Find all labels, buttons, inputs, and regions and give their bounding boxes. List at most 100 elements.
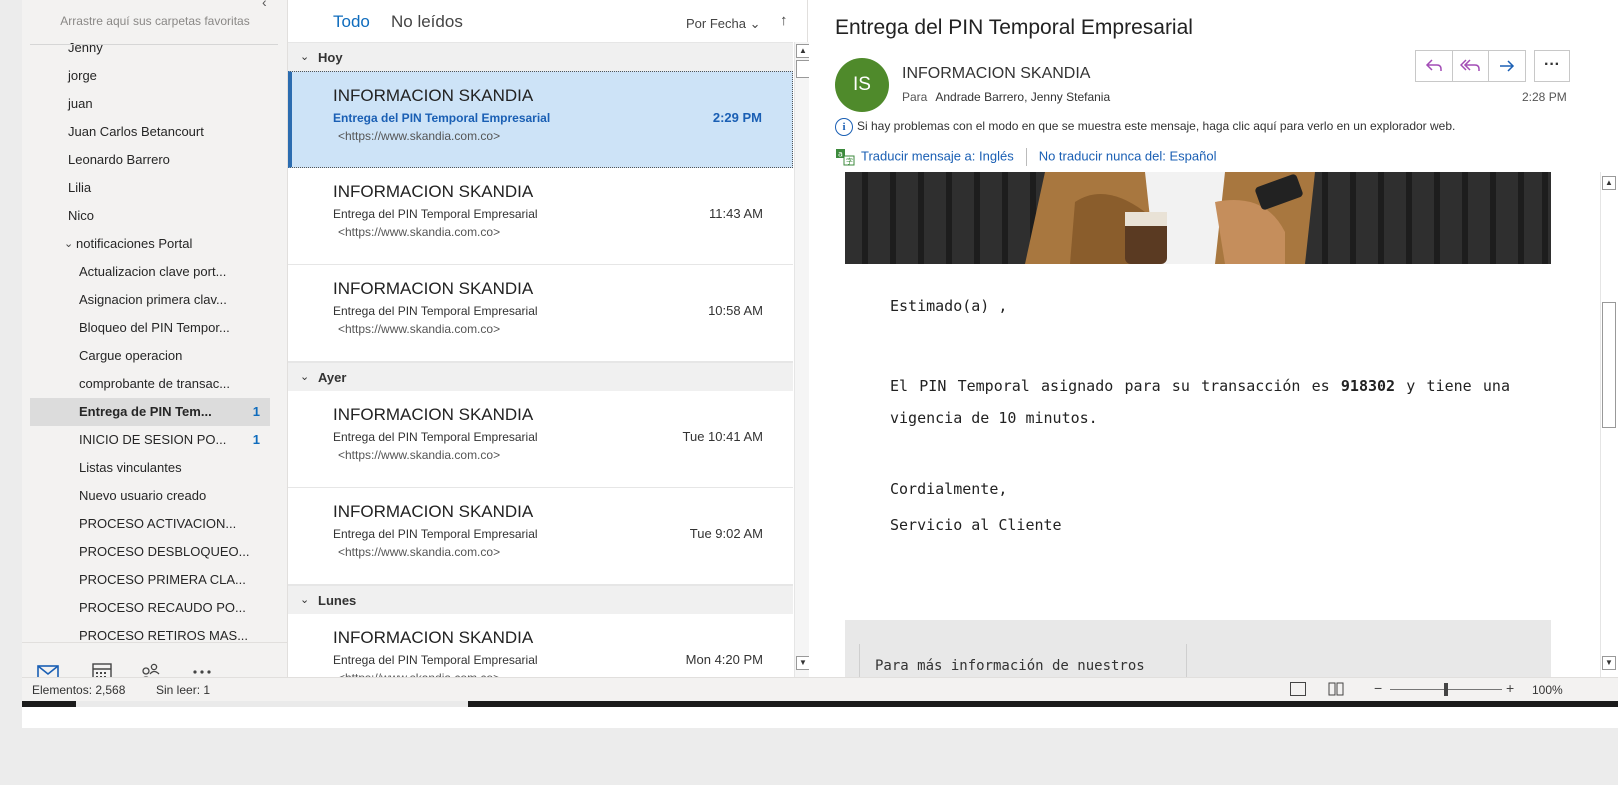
status-bar: Elementos: 2,568 Sin leer: 1 − + 100% xyxy=(22,677,1618,701)
folder-item[interactable]: Lilia xyxy=(30,174,270,202)
info-bar[interactable]: i Si hay problemas con el modo en que se … xyxy=(835,118,1455,136)
folder-item[interactable]: PROCESO PRIMERA CLA... xyxy=(30,566,270,594)
avatar[interactable]: IS xyxy=(835,58,889,112)
chevron-left-icon[interactable]: ‹ xyxy=(262,0,267,10)
scroll-up-icon[interactable]: ▲ xyxy=(1602,176,1616,190)
normal-view-icon[interactable] xyxy=(1290,682,1306,696)
sender-name[interactable]: INFORMACION SKANDIA xyxy=(902,65,1090,83)
banner-image xyxy=(845,172,1551,264)
message-item[interactable]: INFORMACION SKANDIA Entrega del PIN Tempo… xyxy=(288,71,793,168)
folder-item[interactable]: jorge xyxy=(30,62,270,90)
message-subject: Entrega del PIN Temporal Empresarial xyxy=(333,527,538,541)
zoom-thumb[interactable] xyxy=(1444,683,1448,696)
folder-item[interactable]: Actualizacion clave port... xyxy=(30,258,270,286)
banner-photo xyxy=(845,172,1551,264)
folder-label: Jenny xyxy=(68,40,103,55)
folder-item[interactable]: ⌄ notificaciones Portal xyxy=(30,230,270,258)
folder-item[interactable]: Listas vinculantes xyxy=(30,454,270,482)
translate-link[interactable]: Traducir mensaje a: Inglés xyxy=(861,148,1014,163)
zoom-out-button[interactable]: − xyxy=(1374,680,1382,696)
message-subject: Entrega del PIN Temporal Empresarial xyxy=(333,430,538,444)
folder-item[interactable]: Jenny xyxy=(30,34,270,62)
message-time: Tue 10:41 AM xyxy=(682,429,763,444)
folder-item[interactable]: INICIO DE SESION PO... 1 xyxy=(30,426,270,454)
never-translate-link[interactable]: No traducir nunca del: Español xyxy=(1039,148,1217,163)
folder-label: Cargue operacion xyxy=(79,348,183,363)
filter-bar: Todo No leídos Por Fecha ⌄ ↑ xyxy=(288,0,808,42)
folder-item[interactable]: PROCESO RETIROS MAS... xyxy=(30,622,270,642)
sort-dropdown[interactable]: Por Fecha ⌄ xyxy=(686,16,761,32)
chevron-down-icon[interactable]: ⌄ xyxy=(64,230,73,258)
item-count: Elementos: 2,568 xyxy=(32,683,126,697)
scroll-down-icon[interactable]: ▼ xyxy=(796,656,810,670)
message-subject: Entrega del PIN Temporal Empresarial xyxy=(835,16,1193,39)
folder-item[interactable]: PROCESO RECAUDO PO... xyxy=(30,594,270,622)
folder-item[interactable]: Nuevo usuario creado xyxy=(30,482,270,510)
translate-bar: a 字 Traducir mensaje a: Inglés No traduci… xyxy=(835,148,1216,166)
received-time: 2:28 PM xyxy=(1522,90,1567,104)
date-group-header[interactable]: ⌄ Ayer xyxy=(288,362,793,391)
tab-unread[interactable]: No leídos xyxy=(391,12,463,32)
arrow-up-icon[interactable]: ↑ xyxy=(780,12,788,29)
pin-code: 918302 xyxy=(1340,377,1396,395)
more-actions-icon[interactable]: ··· xyxy=(1534,50,1570,82)
message-preview: <https://www.skandia.com.co> xyxy=(338,225,501,239)
folder-label: Nuevo usuario creado xyxy=(79,488,207,503)
reading-view-icon[interactable] xyxy=(1328,682,1344,696)
folder-item[interactable]: Juan Carlos Betancourt xyxy=(30,118,270,146)
folder-label: INICIO DE SESION PO... xyxy=(79,432,227,447)
folder-item[interactable]: Nico xyxy=(30,202,270,230)
pin-text-before: El PIN Temporal asignado para su transac… xyxy=(890,377,1341,395)
folder-item[interactable]: Leonardo Barrero xyxy=(30,146,270,174)
date-group-header[interactable]: ⌄ Hoy xyxy=(288,42,793,71)
folder-item[interactable]: comprobante de transac... xyxy=(30,370,270,398)
folder-list: Jenny jorge juan Juan Carlos Betancourt Leon… xyxy=(22,34,287,642)
scroll-up-icon[interactable]: ▲ xyxy=(796,44,810,58)
folder-label: Leonardo Barrero xyxy=(68,152,170,167)
scroll-thumb[interactable] xyxy=(796,60,810,78)
folder-item[interactable]: Asignacion primera clav... xyxy=(30,286,270,314)
folder-item[interactable]: Entrega de PIN Tem... 1 xyxy=(30,398,270,426)
reply-all-icon xyxy=(1459,59,1480,71)
list-scrollbar[interactable]: ▲ ▼ xyxy=(794,42,810,682)
greeting: Estimado(a) , xyxy=(890,297,1008,315)
message-item[interactable]: INFORMACION SKANDIA Entrega del PIN Tempo… xyxy=(288,168,793,265)
reading-scrollbar[interactable]: ▲ ▼ xyxy=(1600,172,1618,678)
folder-item[interactable]: juan xyxy=(30,90,270,118)
message-sender: INFORMACION SKANDIA xyxy=(333,405,534,424)
folder-label: Juan Carlos Betancourt xyxy=(68,124,204,139)
recipient-name[interactable]: Andrade Barrero, Jenny Stefania xyxy=(935,90,1110,104)
folder-label: Entrega de PIN Tem... xyxy=(79,404,212,419)
scroll-down-icon[interactable]: ▼ xyxy=(1602,656,1616,670)
message-item[interactable]: INFORMACION SKANDIA Entrega del PIN Tempo… xyxy=(288,391,793,488)
translate-icon: a 字 xyxy=(836,149,855,166)
chevron-down-icon: ⌄ xyxy=(749,16,761,31)
folder-label: jorge xyxy=(68,68,97,83)
window-bottom-edge xyxy=(22,701,1618,707)
message-time: 10:58 AM xyxy=(708,303,763,318)
reply-button[interactable] xyxy=(1416,51,1453,81)
message-list-pane: Todo No leídos Por Fecha ⌄ ↑ ⌄ Hoy INFORMA… xyxy=(288,0,810,698)
message-item[interactable]: INFORMACION SKANDIA Entrega del PIN Tempo… xyxy=(288,488,793,585)
folder-label: Lilia xyxy=(68,180,92,195)
folder-item[interactable]: PROCESO ACTIVACION... xyxy=(30,510,270,538)
folder-label: Listas vinculantes xyxy=(79,460,182,475)
reply-actions xyxy=(1415,50,1526,82)
tab-all[interactable]: Todo xyxy=(333,12,370,32)
message-sender: INFORMACION SKANDIA xyxy=(333,628,534,647)
reply-all-button[interactable] xyxy=(1453,51,1490,81)
message-time: Tue 9:02 AM xyxy=(689,526,763,541)
forward-button[interactable] xyxy=(1489,51,1525,81)
message-item[interactable]: INFORMACION SKANDIA Entrega del PIN Tempo… xyxy=(288,265,793,362)
footer-text: Para más información de nuestros xyxy=(875,658,1145,674)
folder-item[interactable]: Cargue operacion xyxy=(30,342,270,370)
folder-label: Asignacion primera clav... xyxy=(79,292,227,307)
chevron-down-icon: ⌄ xyxy=(300,371,310,383)
message-subject: Entrega del PIN Temporal Empresarial xyxy=(333,653,538,667)
zoom-in-button[interactable]: + xyxy=(1506,680,1514,696)
folder-item[interactable]: PROCESO DESBLOQUEO... xyxy=(30,538,270,566)
info-text: Si hay problemas con el modo en que se m… xyxy=(857,119,1456,133)
scroll-thumb[interactable] xyxy=(1602,302,1616,428)
folder-item[interactable]: Bloqueo del PIN Tempor... xyxy=(30,314,270,342)
date-group-header[interactable]: ⌄ Lunes xyxy=(288,585,793,614)
